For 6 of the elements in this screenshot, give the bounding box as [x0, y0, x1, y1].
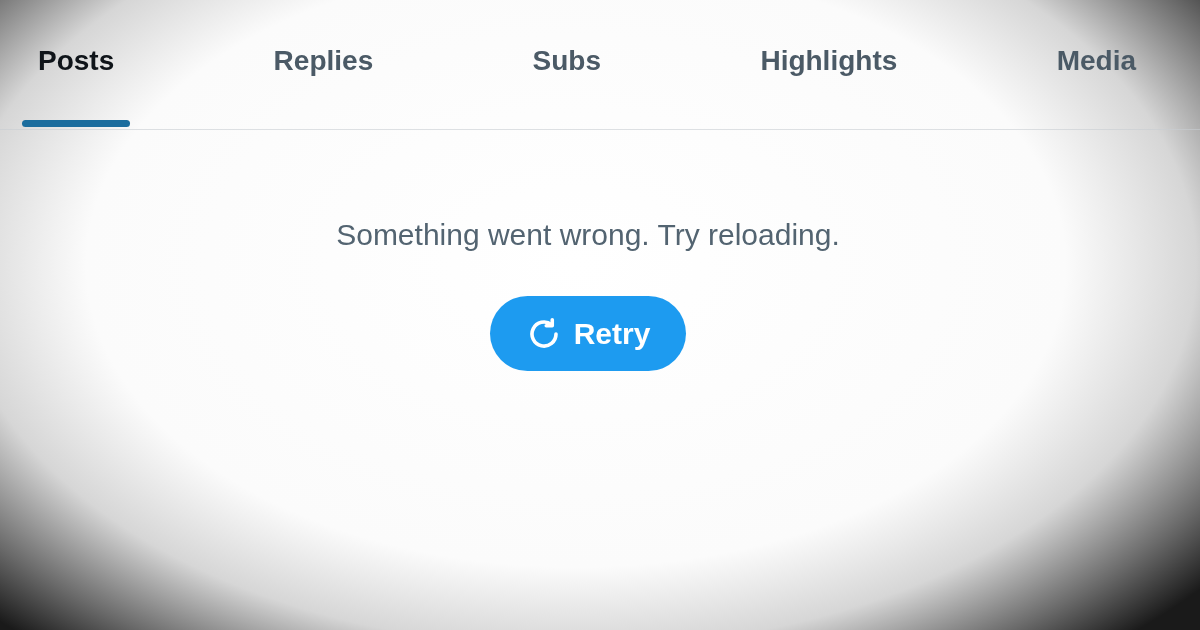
tab[interactable]: Media: [1040, 0, 1152, 129]
tab[interactable]: Replies: [257, 0, 390, 129]
error-message: Something went wrong. Try reloading.: [336, 218, 840, 252]
tab[interactable]: Posts: [22, 0, 131, 129]
tab[interactable]: Subs: [516, 0, 618, 129]
tab[interactable]: Highlights: [744, 0, 914, 129]
